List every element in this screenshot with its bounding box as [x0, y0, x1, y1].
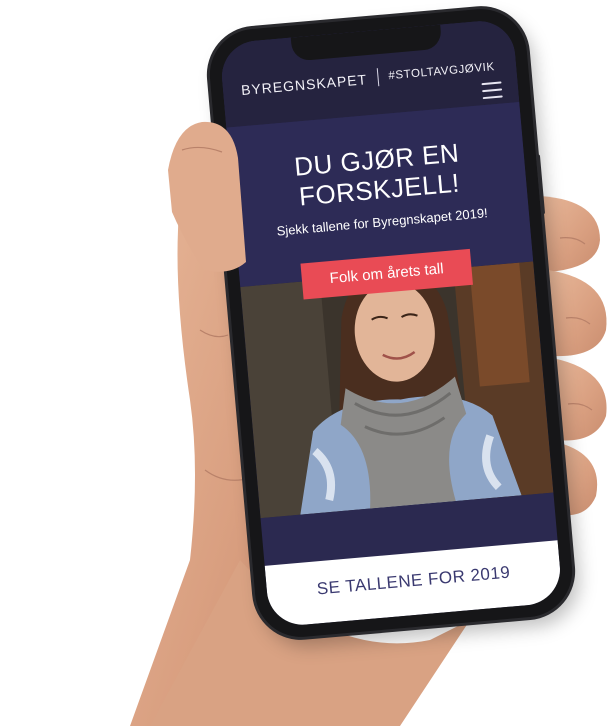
brand-logo-text[interactable]: BYREGNSKAPET: [240, 71, 367, 98]
phone-screen: BYREGNSKAPET #STOLTAVGJØVIK DU GJØR EN F…: [219, 18, 563, 628]
hamburger-menu-icon[interactable]: [481, 81, 503, 100]
hero-title: DU GJØR EN FORSKJELL!: [229, 132, 527, 217]
header-divider: [376, 68, 380, 87]
hero-section: DU GJØR EN FORSKJELL! Sjekk tallene for …: [226, 101, 534, 300]
photo-scene: BYREGNSKAPET #STOLTAVGJØVIK DU GJØR EN F…: [0, 0, 614, 726]
hashtag-link[interactable]: #STOLTAVGJØVIK: [388, 61, 495, 82]
footer-band: SE TALLENE FOR 2019: [264, 540, 563, 628]
see-figures-link[interactable]: SE TALLENE FOR 2019: [266, 558, 561, 604]
hero-photo: [240, 261, 554, 519]
smartphone: BYREGNSKAPET #STOLTAVGJØVIK DU GJØR EN F…: [206, 5, 576, 641]
